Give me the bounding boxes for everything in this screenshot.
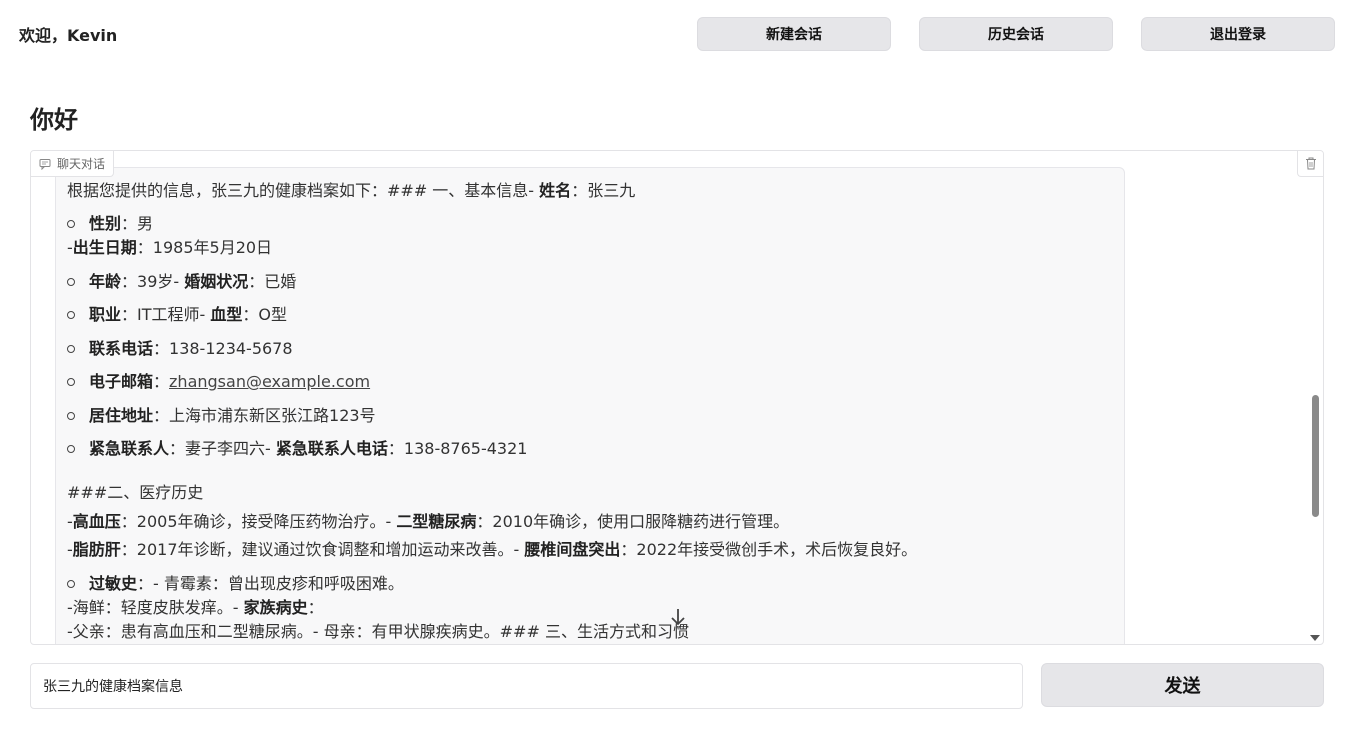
line-text: ：39岁- [121, 272, 185, 291]
top-bar: 欢迎，Kevin 新建会话 历史会话 退出登录 [0, 0, 1363, 70]
line-bold: 婚姻状况 [184, 272, 249, 291]
list-item: 居住地址：上海市浦东新区张江路123号 [67, 404, 376, 428]
line-text: ： [307, 598, 324, 617]
line-bold: 脂肪肝 [72, 540, 121, 559]
list-item: 职业：IT工程师- 血型：O型 [67, 303, 287, 327]
line-bold: 出生日期 [72, 238, 137, 257]
message-line: -高血压：2005年确诊，接受降压药物治疗。- 二型糖尿病：2010年确诊，使用… [67, 510, 789, 534]
list-item: 性别：男 [67, 212, 153, 236]
list-item: 过敏史：- 青霉素：曾出现皮疹和呼吸困难。 [67, 572, 404, 596]
bullet-icon [67, 277, 75, 286]
message-line: ###二、医疗历史 [67, 481, 203, 505]
line-text: ：O型 [242, 305, 287, 324]
line-text: ：已婚 [248, 272, 297, 291]
line-bold: 腰椎间盘突出 [524, 540, 621, 559]
line-text: ：2022年接受微创手术，术后恢复良好。 [620, 540, 918, 559]
bullet-icon [67, 377, 75, 386]
bullet-icon [67, 579, 75, 588]
send-button[interactable]: 发送 [1041, 663, 1324, 707]
line-text: ：张三九 [571, 181, 636, 200]
line-bold: 家族病史 [243, 598, 308, 617]
line-text: ：妻子李四六- [169, 439, 276, 458]
bullet-icon [67, 219, 75, 228]
chat-scrollbar[interactable] [1309, 179, 1321, 641]
line-text: ###二、医疗历史 [67, 483, 204, 502]
chat-panel: 聊天对话 根据您提供的信息，张三九的健康档案如下：### 一、基本信息- 姓名：… [30, 150, 1324, 645]
line-bold: 职业 [89, 305, 122, 324]
line-bold: 紧急联系人 [89, 439, 170, 458]
trash-icon [1305, 157, 1316, 170]
line-text: ：2017年诊断，建议通过饮食调整和增加运动来改善。- [120, 540, 525, 559]
line-bold: 居住地址 [89, 406, 154, 425]
scroll-down-caret-icon[interactable] [1310, 635, 1320, 641]
list-item: 联系电话：138-1234-5678 [67, 337, 293, 361]
list-item: 紧急联系人：妻子李四六- 紧急联系人电话：138-8765-4321 [67, 437, 527, 461]
scroll-down-arrow-icon[interactable] [667, 606, 689, 628]
list-item: 年龄：39岁- 婚姻状况：已婚 [67, 270, 296, 294]
line-text: ：1985年5月20日 [136, 238, 273, 257]
line-bold: 姓名 [539, 181, 572, 200]
message-line: -脂肪肝：2017年诊断，建议通过饮食调整和增加运动来改善。- 腰椎间盘突出：2… [67, 538, 917, 562]
assistant-message: 根据您提供的信息，张三九的健康档案如下：### 一、基本信息- 姓名：张三九 性… [55, 167, 1125, 644]
welcome-prefix: 欢迎， [19, 26, 68, 45]
message-line: -出生日期：1985年5月20日 [67, 236, 272, 260]
chat-bubble-icon [39, 158, 51, 170]
message-line: -海鲜：轻度皮肤发痒。- 家族病史： [67, 596, 324, 620]
line-bold: 年龄 [89, 272, 122, 291]
message-line: 根据您提供的信息，张三九的健康档案如下：### 一、基本信息- 姓名：张三九 [67, 179, 635, 203]
line-bold: 联系电话 [89, 339, 154, 358]
line-text: ：IT工程师- [121, 305, 211, 324]
chat-label-text: 聊天对话 [57, 157, 106, 171]
line-bold: 紧急联系人电话 [275, 439, 388, 458]
line-text: -海鲜：轻度皮肤发痒。- [67, 598, 244, 617]
line-bold: 高血压 [72, 512, 121, 531]
line-text: ：- 青霉素：曾出现皮疹和呼吸困难。 [137, 574, 404, 593]
list-item: 电子邮箱：zhangsan@example.com [67, 370, 370, 394]
email-link[interactable]: zhangsan@example.com [169, 372, 370, 391]
username: Kevin [67, 26, 118, 45]
new-chat-button[interactable]: 新建会话 [697, 17, 891, 51]
bullet-icon [67, 310, 75, 319]
line-text: ：138-1234-5678 [153, 339, 293, 358]
line-bold: 血型 [210, 305, 243, 324]
bullet-icon [67, 411, 75, 420]
line-text: ：2005年确诊，接受降压药物治疗。- [120, 512, 397, 531]
bullet-icon [67, 344, 75, 353]
line-bold: 性别 [89, 214, 122, 233]
line-text: -父亲：患有高血压和二型糖尿病。- 母亲：有甲状腺疾病史。### 三、生活方式和… [67, 622, 689, 641]
logout-button[interactable]: 退出登录 [1141, 17, 1335, 51]
welcome-text: 欢迎，Kevin [19, 22, 117, 46]
line-bold: 电子邮箱 [89, 372, 154, 391]
message-input[interactable] [30, 663, 1023, 709]
history-chat-button[interactable]: 历史会话 [919, 17, 1113, 51]
line-bold: 过敏史 [89, 574, 138, 593]
line-bold: 二型糖尿病 [396, 512, 477, 531]
line-text: ：上海市浦东新区张江路123号 [153, 406, 376, 425]
line-text: 根据您提供的信息，张三九的健康档案如下：### 一、基本信息- [67, 181, 540, 200]
line-text: ： [153, 372, 170, 391]
scrollbar-thumb[interactable] [1312, 395, 1319, 517]
bullet-icon [67, 444, 75, 453]
message-line: -父亲：患有高血压和二型糖尿病。- 母亲：有甲状腺疾病史。### 三、生活方式和… [67, 620, 689, 644]
line-text: ：男 [121, 214, 154, 233]
chat-label: 聊天对话 [31, 151, 115, 177]
line-text: ：138-8765-4321 [387, 439, 528, 458]
page-title: 你好 [30, 106, 78, 134]
clear-chat-button[interactable] [1297, 151, 1323, 177]
line-text: ：2010年确诊，使用口服降糖药进行管理。 [476, 512, 790, 531]
